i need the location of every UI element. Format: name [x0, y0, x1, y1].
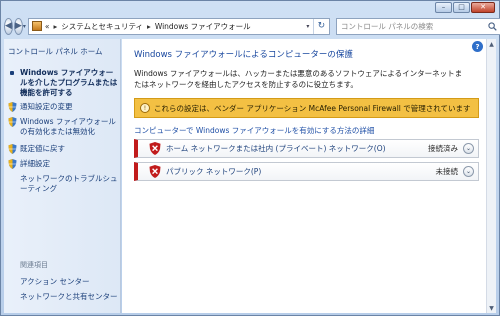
network-row-private[interactable]: ホーム ネットワークまたは社内 (プライベート) ネットワーク(O) 接続済み … — [134, 139, 479, 158]
firewall-off-shield-icon — [149, 165, 161, 178]
sidebar-item-label: Windows ファイアウォールの有効化または無効化 — [20, 117, 116, 136]
search-input[interactable]: コントロール パネルの検索 — [335, 17, 500, 35]
breadcrumb-separator[interactable]: ▸ — [147, 22, 151, 31]
minimize-button[interactable]: – — [435, 2, 452, 13]
task-pane: コントロール パネル ホーム Windows ファイアウォールを介したプログラム… — [4, 39, 121, 313]
info-icon: ! — [140, 103, 150, 113]
sidebar-item-allow-programs[interactable]: Windows ファイアウォールを介したプログラムまたは機能を許可する — [8, 68, 118, 98]
help-icon[interactable]: ? — [472, 41, 483, 52]
sidebar-item-label: 詳細設定 — [20, 159, 50, 168]
vendor-managed-banner: ! これらの設定は、ベンダー アプリケーション McAfee Personal … — [134, 98, 479, 118]
sidebar-item-restore-defaults[interactable]: 既定値に戻す — [8, 144, 118, 154]
firewall-off-shield-icon — [149, 142, 161, 155]
expand-private-chevron-icon[interactable]: ⌄ — [463, 143, 474, 154]
breadcrumb-prefix[interactable]: « — [45, 22, 50, 31]
network-row-public[interactable]: パブリック ネットワーク(P) 未接続 ⌄ — [134, 162, 479, 181]
shield-icon — [8, 102, 17, 112]
sidebar-item-troubleshoot-network[interactable]: ネットワークのトラブルシューティング — [8, 174, 118, 194]
caption-buttons: – □ ✕ — [435, 2, 495, 13]
address-dropdown-icon[interactable]: ▾ — [303, 19, 313, 34]
sidebar-item-notification-settings[interactable]: 通知設定の変更 — [8, 102, 118, 112]
network-status-private: 接続済み — [428, 144, 458, 153]
scroll-down-icon[interactable]: ▼ — [487, 303, 496, 313]
shield-icon — [8, 144, 17, 154]
bullet-icon — [10, 71, 14, 75]
banner-text: これらの設定は、ベンダー アプリケーション McAfee Personal Fi… — [154, 103, 471, 113]
maximize-button[interactable]: □ — [453, 2, 470, 13]
search-icon[interactable] — [488, 21, 497, 31]
refresh-button[interactable]: ↻ — [312, 18, 329, 34]
sidebar-item-toggle-firewall[interactable]: Windows ファイアウォールの有効化または無効化 — [8, 117, 118, 137]
network-sharing-center-link[interactable]: ネットワークと共有センター — [20, 291, 118, 302]
network-status-public: 未接続 — [435, 167, 459, 176]
network-label-private[interactable]: ホーム ネットワークまたは社内 (プライベート) ネットワーク(O) — [166, 143, 428, 154]
recent-pages-dropdown[interactable]: ▾ — [23, 23, 26, 30]
control-panel-icon — [31, 21, 42, 31]
sidebar-item-advanced-settings[interactable]: 詳細設定 — [8, 159, 118, 169]
navigation-bar: ◀ ▶ ▾ « ▸ システムとセキュリティ ▸ Windows ファイアウォール… — [4, 16, 500, 36]
scroll-up-icon[interactable]: ▲ — [487, 39, 496, 49]
vertical-scrollbar[interactable]: ▲ ▼ — [486, 39, 496, 313]
network-label-public[interactable]: パブリック ネットワーク(P) — [166, 166, 436, 177]
back-button[interactable]: ◀ — [4, 17, 13, 35]
page-description: Windows ファイアウォールは、ハッカーまたは悪意のあるソフトウェアによるイ… — [134, 69, 463, 89]
sidebar-item-label: ネットワークのトラブルシューティング — [20, 174, 118, 193]
related-heading: 関連項目 — [20, 261, 48, 269]
close-button[interactable]: ✕ — [471, 2, 495, 13]
expand-public-chevron-icon[interactable]: ⌄ — [463, 166, 474, 177]
breadcrumb-separator[interactable]: ▸ — [53, 22, 57, 31]
forward-button[interactable]: ▶ — [13, 17, 23, 35]
sidebar-item-label: 通知設定の変更 — [20, 102, 73, 111]
main-content: Windows ファイアウォールによるコンピューターの保護 Windows ファ… — [122, 39, 488, 313]
control-panel-window: – □ ✕ ◀ ▶ ▾ « ▸ システムとセキュリティ ▸ Windows ファ… — [0, 0, 500, 316]
sidebar-item-label: Windows ファイアウォールを介したプログラムまたは機能を許可する — [20, 68, 118, 97]
shield-icon — [8, 117, 17, 127]
address-bar[interactable]: « ▸ システムとセキュリティ ▸ Windows ファイアウォール ▾ ↻ — [27, 17, 330, 35]
breadcrumb-system-security[interactable]: システムとセキュリティ — [61, 21, 143, 32]
search-placeholder: コントロール パネルの検索 — [340, 21, 434, 31]
shield-icon — [8, 159, 17, 169]
control-panel-home-link[interactable]: コントロール パネル ホーム — [8, 46, 103, 57]
breadcrumb-windows-firewall[interactable]: Windows ファイアウォール — [155, 21, 251, 32]
page-title: Windows ファイアウォールによるコンピューターの保護 — [134, 50, 353, 60]
sidebar-item-label: 既定値に戻す — [20, 144, 65, 153]
action-center-link[interactable]: アクション センター — [20, 276, 90, 287]
firewall-help-link[interactable]: コンピューターで Windows ファイアウォールを有効にする方法の詳細 — [134, 125, 374, 136]
